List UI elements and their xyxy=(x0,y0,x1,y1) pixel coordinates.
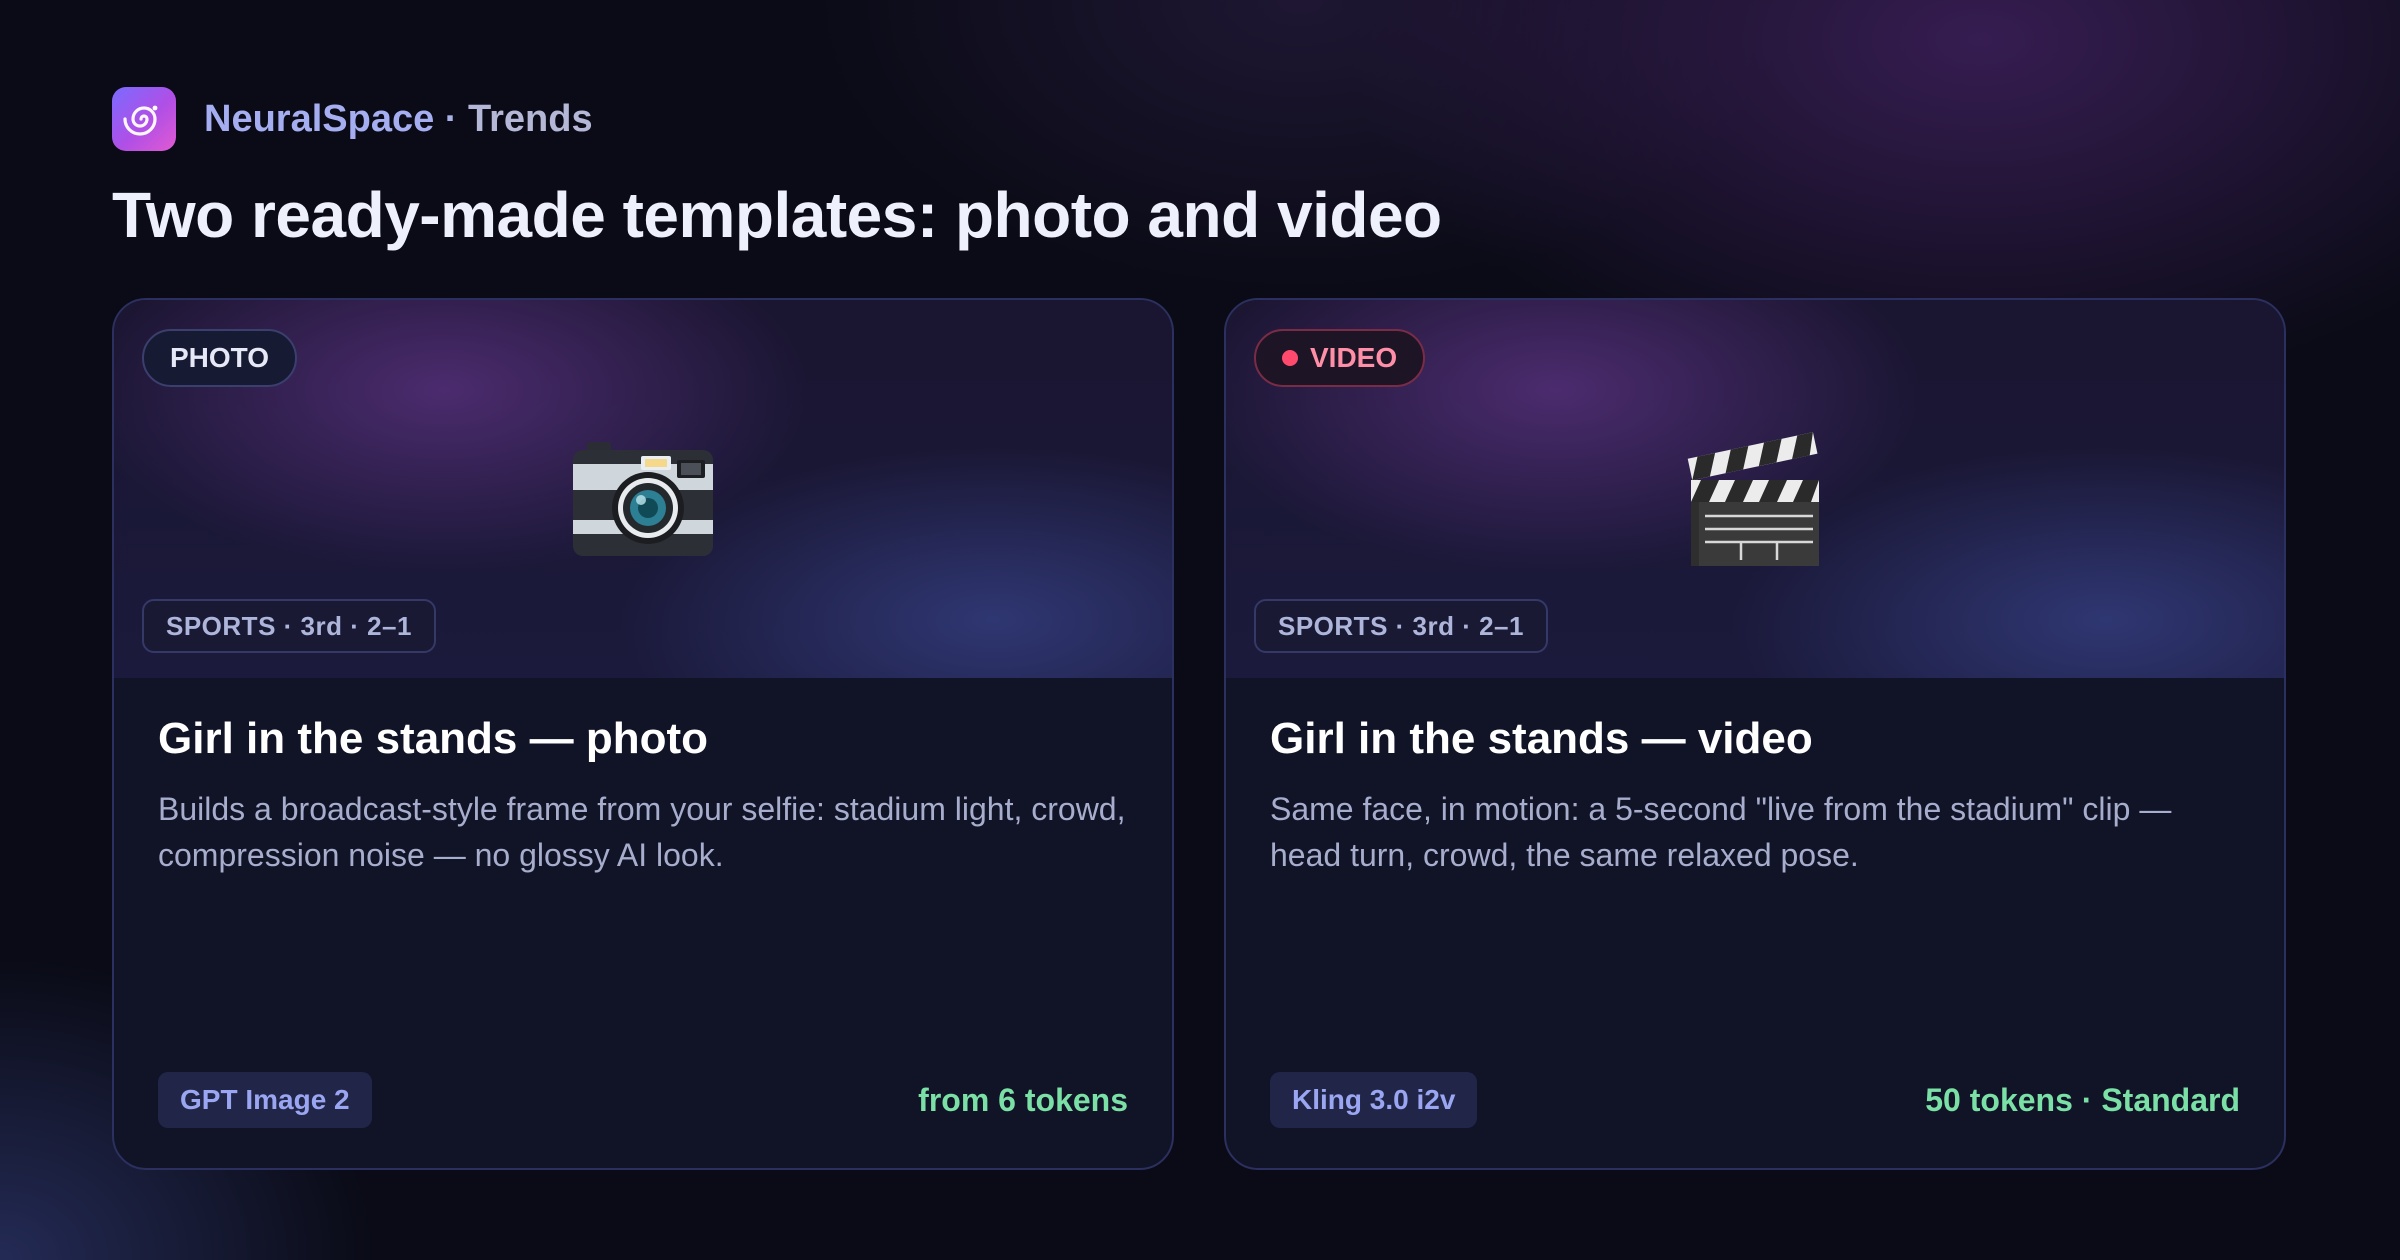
page: NeuralSpace · Trends Two ready-made temp… xyxy=(0,0,2400,1260)
type-badge-label: VIDEO xyxy=(1310,342,1398,373)
brand-header: NeuralSpace · Trends xyxy=(112,87,593,151)
model-chip-label: Kling 3.0 i2v xyxy=(1292,1084,1456,1115)
brand-text: NeuralSpace · Trends xyxy=(204,98,593,141)
price-label: from 6 tokens xyxy=(918,1081,1128,1118)
brand-separator: · xyxy=(444,97,458,140)
photo-template-card[interactable]: PHOTO SPORTS · 3rd · 2–1 Girl in the sta… xyxy=(112,298,1174,1170)
brand-name: NeuralSpace xyxy=(204,97,435,140)
card-footer: GPT Image 2 from 6 tokens xyxy=(158,1072,1128,1128)
card-footer: Kling 3.0 i2v 50 tokens · Standard xyxy=(1270,1072,2240,1128)
category-chip-label: SPORTS · 3rd · 2–1 xyxy=(1278,610,1524,641)
card-body: Girl in the stands — photo Builds a broa… xyxy=(158,714,1128,878)
type-badge-label: PHOTO xyxy=(170,342,270,373)
card-title: Girl in the stands — video xyxy=(1270,714,1813,763)
type-badge: PHOTO xyxy=(142,329,298,387)
model-chip: GPT Image 2 xyxy=(158,1072,372,1128)
model-chip-label: GPT Image 2 xyxy=(180,1084,350,1115)
type-badge: VIDEO xyxy=(1254,329,1426,387)
record-dot-icon xyxy=(1282,350,1298,366)
category-chip: SPORTS · 3rd · 2–1 xyxy=(142,599,436,653)
card-description: Builds a broadcast-style frame from your… xyxy=(158,791,1126,873)
spiral-logo-icon xyxy=(112,87,176,151)
video-template-card[interactable]: VIDEO SPORTS · 3rd · 2–1 Girl in the sta… xyxy=(1224,298,2286,1170)
category-chip-label: SPORTS · 3rd · 2–1 xyxy=(166,610,412,641)
card-description: Same face, in motion: a 5-second "live f… xyxy=(1270,791,2172,873)
card-hero: VIDEO SPORTS · 3rd · 2–1 xyxy=(1226,300,2284,678)
model-chip: Kling 3.0 i2v xyxy=(1270,1072,1478,1128)
card-title: Girl in the stands — photo xyxy=(158,714,708,763)
clapperboard-icon xyxy=(1226,428,2284,568)
camera-icon xyxy=(114,428,1172,568)
category-chip: SPORTS · 3rd · 2–1 xyxy=(1254,599,1548,653)
card-body: Girl in the stands — video Same face, in… xyxy=(1270,714,2240,878)
card-hero: PHOTO SPORTS · 3rd · 2–1 xyxy=(114,300,1172,678)
price-label: 50 tokens · Standard xyxy=(1925,1081,2240,1118)
page-title: Two ready-made templates: photo and vide… xyxy=(112,179,1442,251)
brand-section: Trends xyxy=(468,97,593,140)
